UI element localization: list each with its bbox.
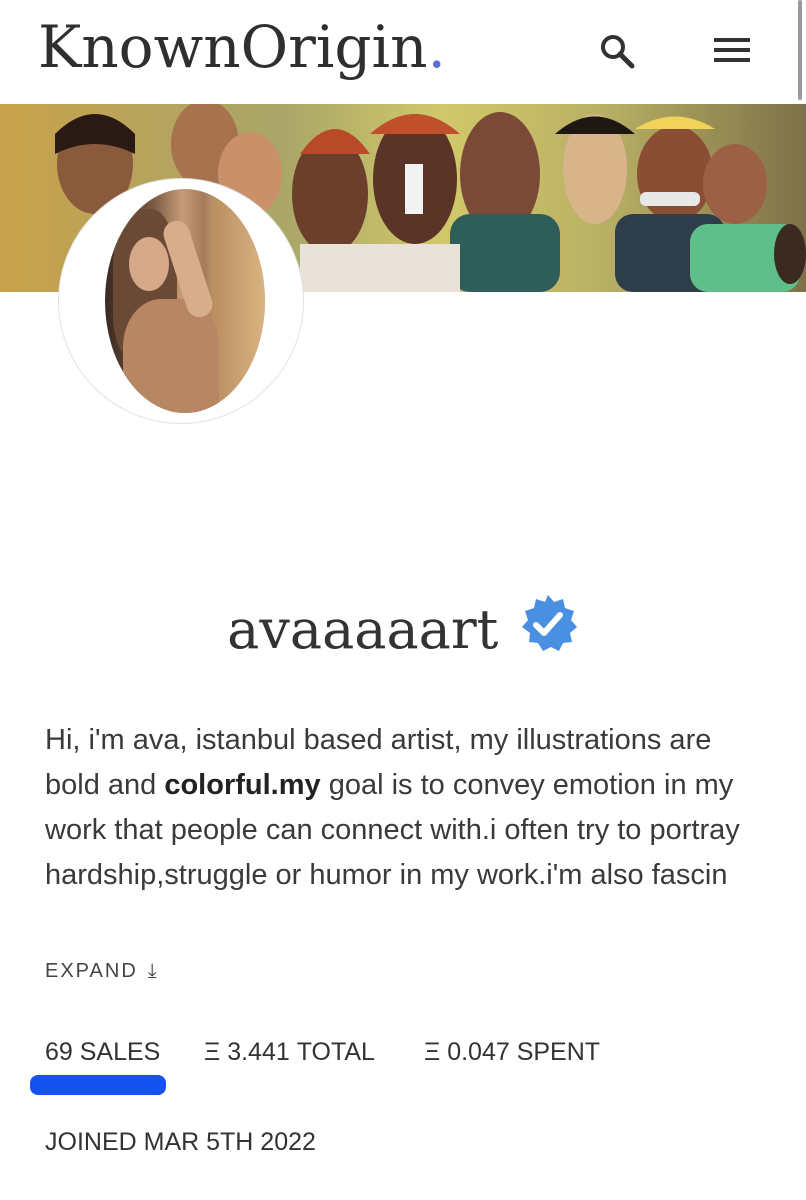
stat-total: Ξ 3.441 TOTAL bbox=[204, 1038, 375, 1066]
avatar-photo bbox=[105, 189, 265, 413]
bio-bold-text: colorful.my bbox=[164, 769, 321, 801]
menu-button[interactable] bbox=[710, 30, 756, 72]
hamburger-menu-icon bbox=[714, 38, 750, 62]
knownorigin-logo[interactable]: KnownOrigin. bbox=[38, 18, 446, 76]
logo-dot: . bbox=[427, 13, 446, 81]
profile-bio: Hi, i'm ava, istanbul based artist, my i… bbox=[45, 724, 740, 891]
verified-badge-icon bbox=[517, 593, 579, 655]
sales-highlight-underline bbox=[30, 1075, 166, 1095]
username-text: avaaaaart bbox=[227, 598, 499, 661]
scrollbar[interactable] bbox=[798, 0, 802, 100]
profile-avatar[interactable] bbox=[58, 178, 304, 424]
profile-username: avaaaaart bbox=[0, 594, 806, 661]
search-icon bbox=[601, 35, 635, 69]
arrow-down-to-line-icon: ⤓ bbox=[147, 960, 159, 982]
expand-bio-button[interactable]: EXPAND ⤓ bbox=[45, 960, 159, 983]
joined-date: JOINED MAR 5TH 2022 bbox=[45, 1128, 316, 1156]
top-header: KnownOrigin. bbox=[0, 0, 806, 104]
stat-spent: Ξ 0.047 SPENT bbox=[424, 1038, 601, 1066]
search-button[interactable] bbox=[596, 30, 640, 74]
stat-sales[interactable]: 69 SALES bbox=[45, 1038, 160, 1067]
